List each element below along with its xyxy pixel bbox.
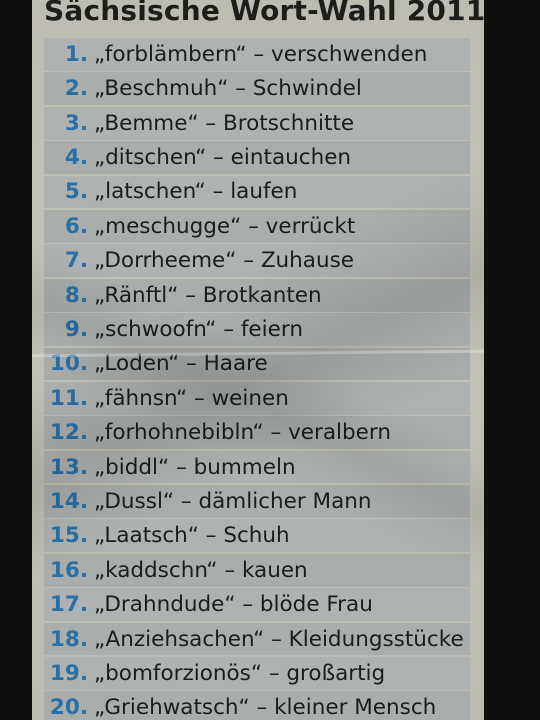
word-list: 1. „forblämbern“ – verschwenden 2. „Beschm… xyxy=(44,38,470,720)
list-item: 9. „schwoofn“ – feiern xyxy=(44,313,470,346)
word-definition: „Bemme“ – Brotschnitte xyxy=(94,110,355,136)
word-definition: „Anziehsachen“ – Kleidungsstücke xyxy=(94,626,464,652)
newspaper-clipping: Sächsische Wort-Wahl 2011 1. „forblämbern… xyxy=(32,0,484,720)
rank-number: 12. xyxy=(49,420,88,446)
list-item: 3. „Bemme“ – Brotschnitte xyxy=(44,106,470,140)
word-definition: „schwoofn“ – feiern xyxy=(94,317,303,343)
list-item: 16. „kaddschn“ – kauen xyxy=(44,553,470,587)
list-item: 2. „Beschmuh“ – Schwindel xyxy=(44,72,470,106)
list-item: 4. „ditschen“ – eintauchen xyxy=(44,141,470,174)
word-definition: „fähnsn“ – weinen xyxy=(94,385,289,411)
list-item: 11. „fähnsn“ – weinen xyxy=(44,381,470,415)
list-item: 12. „forhohnebibln“ – veralbern xyxy=(44,416,470,450)
rank-number: 1. xyxy=(64,41,88,67)
word-definition: „biddl“ – bummeln xyxy=(94,454,296,480)
rank-number: 2. xyxy=(64,76,88,102)
list-item: 18. „Anziehsachen“ – Kleidungsstücke xyxy=(44,622,470,656)
list-item: 7. „Dorrheeme“ – Zuhause xyxy=(44,244,470,278)
word-definition: „Dussl“ – dämlicher Mann xyxy=(94,488,372,514)
list-item: 1. „forblämbern“ – verschwenden xyxy=(44,38,470,71)
word-definition: „latschen“ – laufen xyxy=(94,179,298,205)
word-definition: „Dorrheeme“ – Zuhause xyxy=(94,248,355,274)
rank-number: 4. xyxy=(64,145,88,171)
rank-number: 14. xyxy=(49,488,88,514)
rank-number: 20. xyxy=(49,695,88,720)
rank-number: 7. xyxy=(64,248,88,274)
word-definition: „forhohnebibln“ – veralbern xyxy=(94,420,391,446)
rank-number: 15. xyxy=(49,523,88,549)
list-item: 6. „meschugge“ – verrückt xyxy=(44,209,470,243)
rank-number: 8. xyxy=(64,282,88,308)
list-item: 17. „Drahndude“ – blöde Frau xyxy=(44,588,470,622)
list-item: 8. „Ränftl“ – Brotkanten xyxy=(44,278,470,312)
word-definition: „Beschmuh“ – Schwindel xyxy=(94,76,362,102)
word-definition: „kaddschn“ – kauen xyxy=(94,557,308,583)
list-item: 14. „Dussl“ – dämlicher Mann xyxy=(44,485,470,518)
list-item: 13. „biddl“ – bummeln xyxy=(44,450,470,484)
rank-number: 3. xyxy=(64,110,88,136)
rank-number: 18. xyxy=(49,626,88,652)
word-definition: „Laatsch“ – Schuh xyxy=(94,523,290,549)
word-definition: „ditschen“ – eintauchen xyxy=(94,145,352,171)
rank-number: 11. xyxy=(49,385,88,411)
list-title: Sächsische Wort-Wahl 2011 xyxy=(44,0,484,27)
word-definition: „Ränftl“ – Brotkanten xyxy=(94,282,322,308)
rank-number: 6. xyxy=(64,213,88,239)
word-definition: „Drahndude“ – blöde Frau xyxy=(94,592,373,618)
rank-number: 16. xyxy=(49,557,88,583)
rank-number: 5. xyxy=(64,179,88,205)
rank-number: 13. xyxy=(49,454,88,480)
word-definition: „bomforzionös“ – großartig xyxy=(94,660,386,686)
word-definition: „forblämbern“ – verschwenden xyxy=(94,41,428,67)
list-item: 19. „bomforzionös“ – großartig xyxy=(44,657,470,690)
list-item: 20. „Griehwatsch“ – kleiner Mensch xyxy=(44,691,470,720)
list-item: 5. „latschen“ – laufen xyxy=(44,175,470,209)
rank-number: 9. xyxy=(64,317,88,343)
word-definition: „Griehwatsch“ – kleiner Mensch xyxy=(94,695,437,720)
rank-number: 19. xyxy=(49,660,88,686)
word-definition: „meschugge“ – verrückt xyxy=(94,213,356,239)
list-item: 15. „Laatsch“ – Schuh xyxy=(44,519,470,553)
rank-number: 17. xyxy=(49,592,88,618)
